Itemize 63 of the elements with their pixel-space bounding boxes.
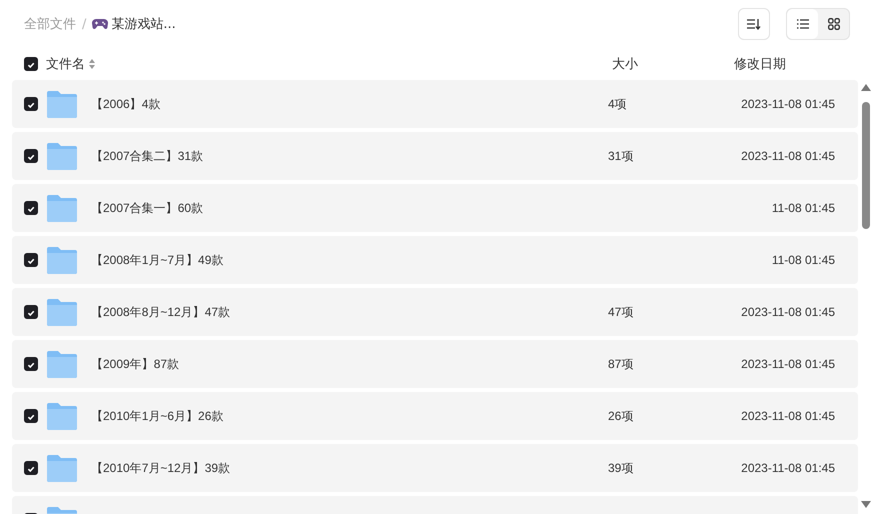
gamepad-icon — [92, 18, 108, 30]
file-name: 【2010年7月~12月】39款 — [91, 460, 230, 476]
file-row[interactable]: 【2010年7月~12月】39款 39项 2023-11-08 01:45 — [12, 444, 858, 492]
checkbox[interactable] — [24, 253, 38, 267]
file-name: 【2008年8月~12月】47款 — [91, 304, 230, 320]
file-row[interactable]: 【2007合集一】60款 11-08 01:45 — [12, 184, 858, 232]
modified-date: 2023-11-08 01:45 — [741, 305, 835, 319]
folder-icon — [47, 90, 77, 118]
item-count: 47项 — [608, 304, 634, 318]
modified-date: 2023-11-08 01:45 — [741, 149, 835, 163]
breadcrumb-current: 某游戏站... — [111, 16, 176, 33]
folder-icon — [47, 454, 77, 482]
checkbox[interactable] — [24, 57, 38, 71]
column-header[interactable]: 修改日期 — [734, 57, 786, 72]
list-icon — [796, 19, 808, 29]
column-header[interactable]: 大小 — [612, 57, 638, 72]
file-name: 【2007合集二】31款 — [91, 148, 204, 164]
folder-icon — [47, 194, 77, 222]
file-name: 【2008年1月~7月】49款 — [91, 252, 224, 268]
sort-arrows-icon[interactable] — [89, 59, 95, 69]
list-view-button[interactable] — [787, 9, 818, 39]
checkbox[interactable] — [24, 149, 38, 163]
file-row[interactable]: 【2010年1月~6月】26款 26项 2023-11-08 01:45 — [12, 392, 858, 440]
checkbox[interactable] — [24, 97, 38, 111]
checkbox[interactable] — [24, 201, 38, 215]
checkbox[interactable] — [24, 357, 38, 371]
file-name: 【2009年】87款 — [91, 356, 180, 372]
sort-button[interactable] — [738, 8, 770, 40]
modified-date: 2023-11-08 01:45 — [741, 357, 835, 371]
scroll-up-arrow-icon[interactable] — [861, 84, 871, 91]
file-row[interactable]: 【2006】4款 4项 2023-11-08 01:45 — [12, 80, 858, 128]
modified-date: 11-08 01:45 — [772, 253, 835, 267]
modified-date: 2023-11-08 01:45 — [741, 97, 835, 111]
scroll-down-arrow-icon[interactable] — [861, 501, 871, 508]
file-row[interactable]: 【2008年1月~7月】49款 11-08 01:45 — [12, 236, 858, 284]
item-count: 4项 — [608, 96, 627, 110]
folder-icon — [47, 298, 77, 326]
file-row[interactable]: 【2007合集二】31款 31项 2023-11-08 01:45 — [12, 132, 858, 180]
item-count: 31项 — [608, 148, 634, 162]
file-row[interactable]: 【2008年8月~12月】47款 47项 2023-11-08 01:45 — [12, 288, 858, 336]
file-row[interactable]: 【2009年】87款 87项 2023-11-08 01:45 — [12, 340, 858, 388]
sort-icon — [747, 18, 761, 30]
file-name: 【2010年1月~6月】26款 — [91, 408, 224, 424]
item-count: 87项 — [608, 356, 634, 370]
folder-icon — [47, 142, 77, 170]
folder-icon — [47, 350, 77, 378]
file-name: 【2006】4款 — [91, 96, 160, 112]
column-header[interactable]: 文件名 — [46, 55, 85, 73]
grid-icon — [828, 18, 840, 30]
checkbox[interactable] — [24, 305, 38, 319]
scrollbar[interactable] — [861, 84, 871, 508]
folder-icon — [47, 402, 77, 430]
modified-date: 2023-11-08 01:45 — [741, 461, 835, 475]
item-count: 26项 — [608, 408, 634, 422]
checkbox[interactable] — [24, 409, 38, 423]
folder-icon — [47, 246, 77, 274]
modified-date: 11-08 01:45 — [772, 201, 835, 215]
modified-date: 2023-11-08 01:45 — [741, 409, 835, 423]
file-name: 【2007合集一】60款 — [91, 200, 204, 216]
breadcrumb-separator: / — [82, 16, 86, 32]
checkbox[interactable] — [24, 461, 38, 475]
item-count: 39项 — [608, 460, 634, 474]
scrollbar-thumb[interactable] — [862, 102, 870, 229]
